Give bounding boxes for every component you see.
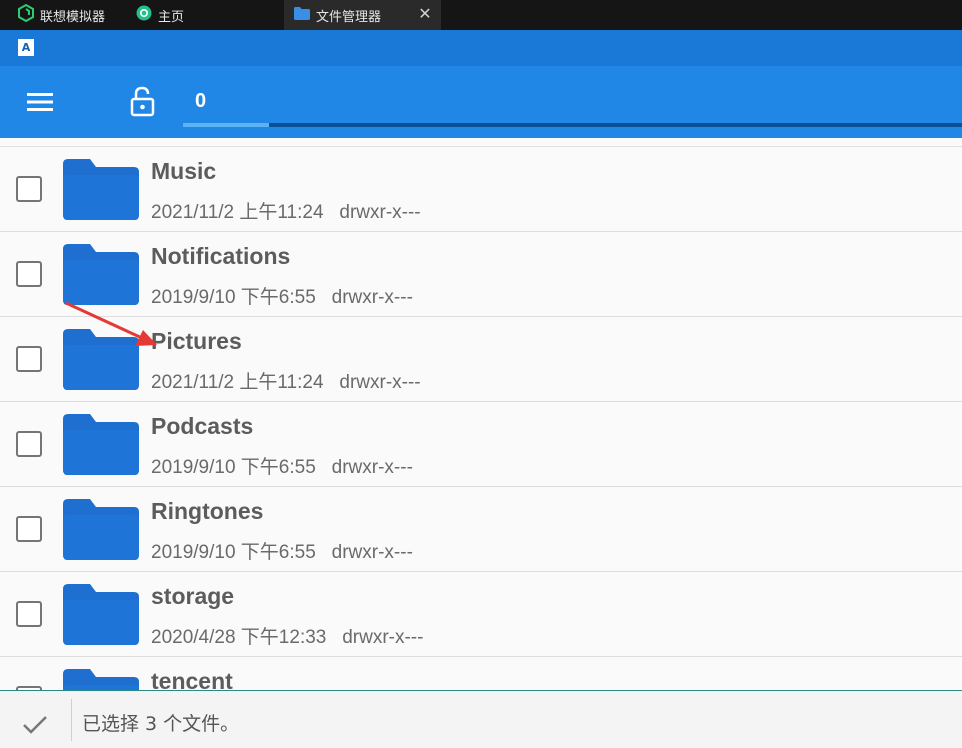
list-item[interactable]: Ringtones 2019/9/10 下午6:55 drwxr-x--- — [0, 487, 962, 572]
file-name: Ringtones — [151, 498, 264, 524]
selection-status: 已选择 3 个文件。 — [82, 713, 240, 735]
emulator-logo-icon — [18, 3, 34, 26]
folder-icon — [294, 6, 310, 24]
tab-home[interactable]: 主页 — [136, 0, 236, 30]
checkbox[interactable] — [16, 601, 42, 627]
file-meta: 2019/9/10 下午6:55 drwxr-x--- — [151, 282, 413, 309]
home-circle-icon — [136, 5, 152, 25]
file-name: tencent — [151, 668, 233, 690]
folder-icon — [62, 159, 140, 221]
file-date: 2019/9/10 下午6:55 — [151, 542, 316, 563]
check-icon[interactable] — [20, 713, 50, 737]
file-name: storage — [151, 583, 235, 609]
close-tab-icon[interactable]: ✕ — [417, 6, 433, 22]
selection-bar: 已选择 3 个文件。 — [0, 690, 962, 748]
file-list: Music 2021/11/2 上午11:24 drwxr-x--- Notif… — [0, 146, 962, 690]
file-date: 2019/9/10 下午6:55 — [151, 287, 316, 308]
divider — [71, 699, 72, 741]
file-name: Podcasts — [151, 413, 254, 439]
folder-icon — [62, 584, 140, 646]
tab-label: 主页 — [158, 9, 185, 25]
file-manager-window: 联想模拟器 主页 文件管理器 ✕ A 0 Music 2021/11/2 上午1… — [0, 0, 962, 748]
tab-label: 联想模拟器 — [40, 9, 106, 25]
file-perms: drwxr-x--- — [331, 457, 413, 478]
folder-icon — [62, 669, 140, 690]
file-date: 2020/4/28 下午12:33 — [151, 627, 327, 648]
folder-icon — [62, 244, 140, 306]
toolbar: 0 — [0, 66, 962, 138]
app-badge-icon: A — [18, 39, 34, 56]
file-perms: drwxr-x--- — [339, 372, 421, 393]
progress-bar — [183, 123, 962, 127]
checkbox[interactable] — [16, 176, 42, 202]
file-meta: 2020/4/28 下午12:33 drwxr-x--- — [151, 622, 423, 649]
file-name: Music — [151, 158, 217, 184]
menu-icon[interactable] — [26, 90, 56, 114]
list-item[interactable]: tencent — [0, 657, 962, 690]
file-meta: 2019/9/10 下午6:55 drwxr-x--- — [151, 537, 413, 564]
checkbox[interactable] — [16, 431, 42, 457]
file-perms: drwxr-x--- — [331, 542, 413, 563]
checkbox[interactable] — [16, 261, 42, 287]
list-item[interactable]: Notifications 2019/9/10 下午6:55 drwxr-x--… — [0, 232, 962, 317]
checkbox[interactable] — [16, 516, 42, 542]
tab-bar: 联想模拟器 主页 文件管理器 ✕ — [0, 0, 962, 30]
file-date: 2021/11/2 上午11:24 — [151, 202, 324, 223]
file-meta: 2021/11/2 上午11:24 drwxr-x--- — [151, 367, 421, 394]
unlock-icon[interactable] — [128, 86, 158, 118]
list-item[interactable]: storage 2020/4/28 下午12:33 drwxr-x--- — [0, 572, 962, 657]
file-perms: drwxr-x--- — [331, 287, 413, 308]
checkbox[interactable] — [16, 346, 42, 372]
file-perms: drwxr-x--- — [339, 202, 421, 223]
folder-icon — [62, 329, 140, 391]
file-name: Pictures — [151, 328, 242, 354]
tab-file-manager[interactable]: 文件管理器 ✕ — [284, 0, 441, 30]
folder-icon — [62, 499, 140, 561]
file-date: 2021/11/2 上午11:24 — [151, 372, 324, 393]
file-meta: 2021/11/2 上午11:24 drwxr-x--- — [151, 197, 421, 224]
tab-emulator[interactable]: 联想模拟器 — [18, 0, 128, 30]
file-meta: 2019/9/10 下午6:55 drwxr-x--- — [151, 452, 413, 479]
progress-fill — [183, 123, 269, 127]
file-name: Notifications — [151, 243, 291, 269]
list-item[interactable]: Podcasts 2019/9/10 下午6:55 drwxr-x--- — [0, 402, 962, 487]
folder-icon — [62, 414, 140, 476]
list-item[interactable]: Music 2021/11/2 上午11:24 drwxr-x--- — [0, 147, 962, 232]
list-item[interactable]: Pictures 2021/11/2 上午11:24 drwxr-x--- — [0, 317, 962, 402]
tab-label: 文件管理器 — [316, 9, 382, 25]
file-perms: drwxr-x--- — [342, 627, 424, 648]
file-date: 2019/9/10 下午6:55 — [151, 457, 316, 478]
selected-count: 0 — [195, 90, 207, 112]
app-title-strip: A — [0, 30, 962, 66]
